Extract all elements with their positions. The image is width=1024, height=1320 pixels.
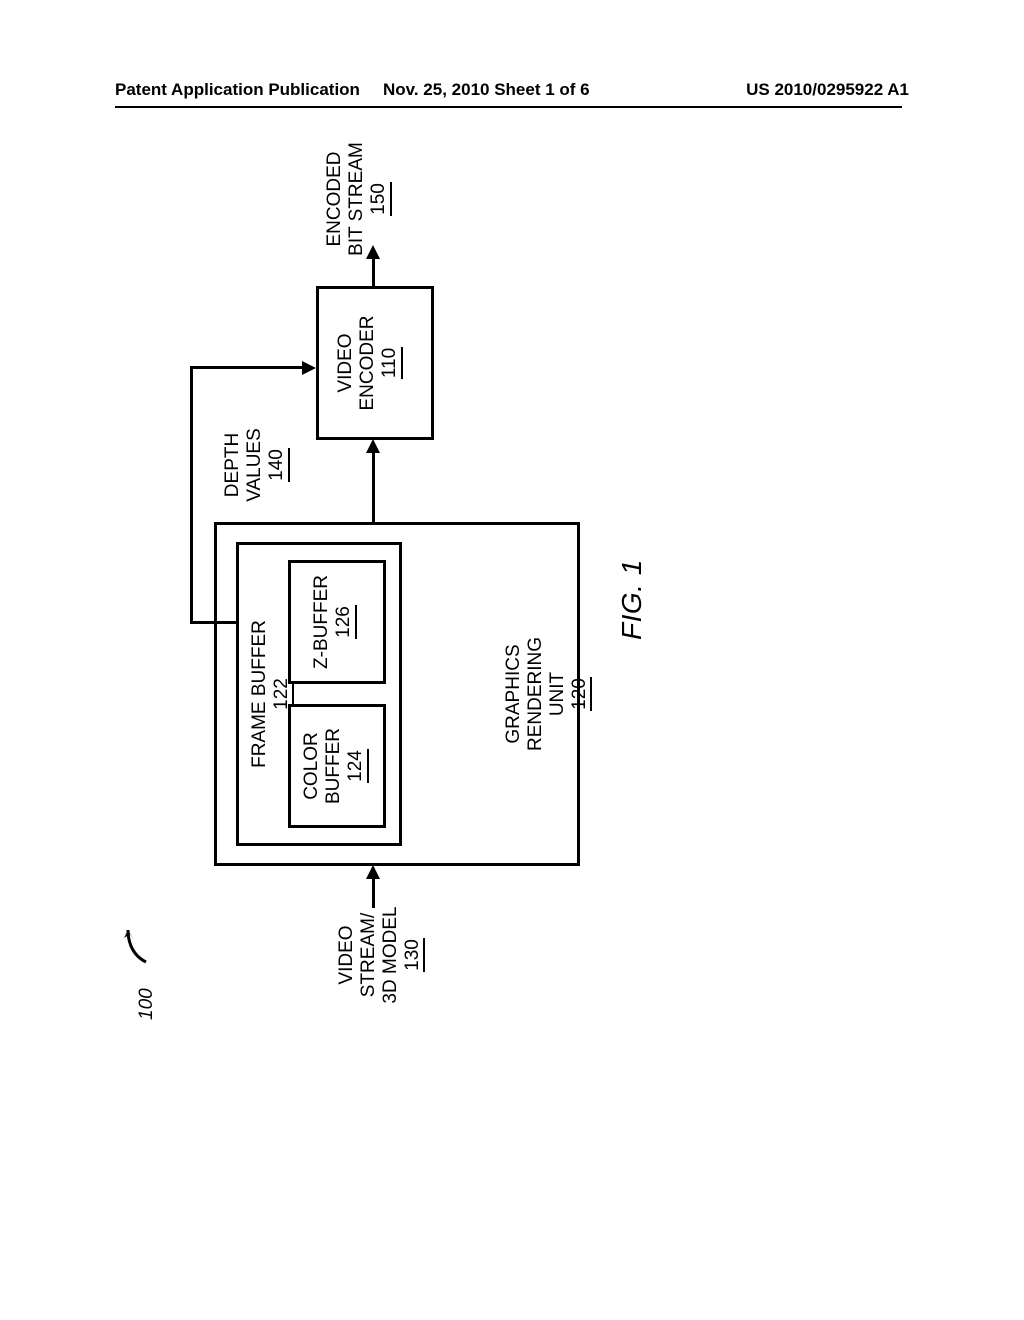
input-label-line3: 3D MODEL xyxy=(380,906,401,1003)
arrow-depth-riser xyxy=(190,621,237,624)
arrow-gru-to-encoder-head xyxy=(366,439,380,453)
header-right: US 2010/0295922 A1 xyxy=(746,80,909,100)
arrow-depth-drop xyxy=(190,366,304,369)
video-encoder-label-line2: ENCODER xyxy=(357,316,378,411)
output-label-line1: ENCODED xyxy=(324,152,345,247)
gru-label-line3: UNIT xyxy=(547,672,568,716)
gru-label-line1: GRAPHICS xyxy=(503,644,524,743)
color-buffer-label-line2: BUFFER xyxy=(323,728,344,804)
color-buffer-block: COLOR BUFFER 124 xyxy=(288,704,386,828)
video-encoder-block: VIDEO ENCODER 110 xyxy=(316,286,434,440)
output-label-ref: 150 xyxy=(368,182,392,216)
arrow-input-to-gru-head xyxy=(366,865,380,879)
depth-values-ref: 140 xyxy=(266,448,290,482)
depth-values-label: DEPTH VALUES 140 xyxy=(222,410,290,520)
z-buffer-label: Z-BUFFER xyxy=(311,575,332,669)
gru-label-line2: RENDERING xyxy=(525,637,546,751)
header-left: Patent Application Publication xyxy=(115,80,360,100)
arrow-input-to-gru xyxy=(372,879,375,908)
z-buffer-block: Z-BUFFER 126 xyxy=(288,560,386,684)
video-encoder-ref: 110 xyxy=(379,347,403,379)
gru-label-ref: 120 xyxy=(569,677,593,711)
output-label-line2: BIT STREAM xyxy=(346,142,367,256)
arrow-depth-top xyxy=(190,366,193,624)
z-buffer-ref: 126 xyxy=(333,605,357,639)
figure-1-diagram: 100 FIG. 1 VIDEO STREAM/ 3D MODEL 130 GR… xyxy=(128,500,1024,1020)
swish-arrow-icon xyxy=(124,924,150,964)
header-center: Nov. 25, 2010 Sheet 1 of 6 xyxy=(383,80,590,100)
depth-values-line2: VALUES xyxy=(244,428,265,502)
input-label: VIDEO STREAM/ 3D MODEL 130 xyxy=(336,900,425,1010)
figure-ref-label: 100 xyxy=(136,988,158,1020)
arrow-gru-to-encoder xyxy=(372,453,375,525)
input-label-line1: VIDEO xyxy=(336,925,357,984)
arrow-depth-head xyxy=(302,361,316,375)
video-encoder-label-line1: VIDEO xyxy=(335,333,356,392)
input-label-ref: 130 xyxy=(402,938,426,972)
page-header: Patent Application Publication Nov. 25, … xyxy=(115,80,909,106)
figure-caption: FIG. 1 xyxy=(616,559,648,640)
output-label: ENCODED BIT STREAM 150 xyxy=(324,134,392,264)
frame-buffer-label: FRAME BUFFER xyxy=(249,620,270,768)
depth-values-line1: DEPTH xyxy=(222,433,243,497)
header-rule xyxy=(115,106,902,108)
color-buffer-label-line1: COLOR xyxy=(301,732,322,800)
color-buffer-ref: 124 xyxy=(345,749,369,783)
input-label-line2: STREAM/ xyxy=(358,913,379,997)
